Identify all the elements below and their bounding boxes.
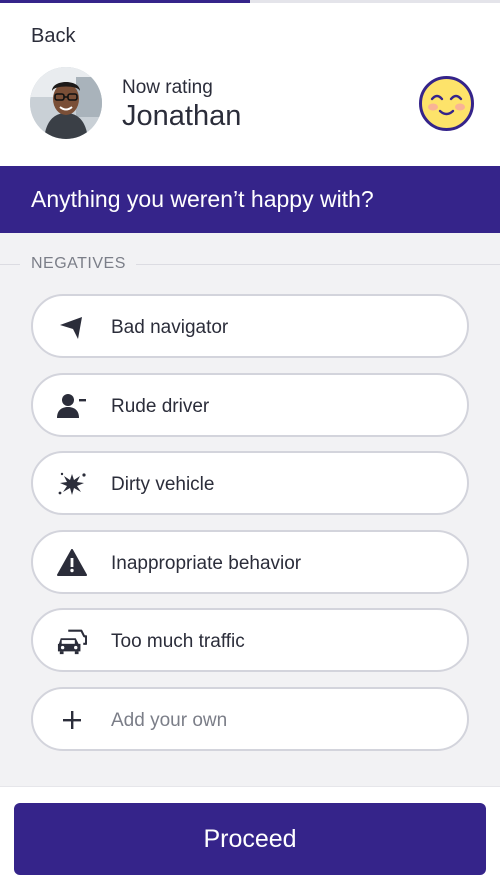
divider [0, 264, 20, 265]
splat-icon [57, 469, 87, 499]
smiling-emoji-icon [418, 75, 475, 132]
option-label: Add your own [111, 709, 228, 731]
option-rude-driver[interactable]: Rude driver [31, 372, 469, 437]
plus-icon [57, 705, 87, 735]
option-label: Too much traffic [111, 631, 245, 653]
cars-icon [57, 626, 87, 656]
option-label: Inappropriate behavior [111, 552, 302, 574]
option-dirty-vehicle[interactable]: Dirty vehicle [31, 451, 469, 516]
question-text: Anything you weren’t happy with? [31, 186, 374, 212]
person-minus-icon [57, 391, 87, 421]
divider [136, 264, 500, 265]
avatar [30, 67, 102, 139]
option-label: Bad navigator [111, 317, 229, 338]
back-button[interactable]: Back [31, 25, 75, 48]
negatives-list: Bad navigator Rude driver Dirty vehicle [31, 294, 469, 766]
option-label: Rude driver [111, 395, 210, 417]
header: Back Now rating Jonathan [0, 3, 500, 166]
footer: Proceed [0, 786, 500, 889]
option-bad-navigator[interactable]: Bad navigator [31, 294, 469, 358]
option-add-your-own[interactable]: Add your own [31, 686, 469, 751]
section-label: NEGATIVES [31, 255, 126, 272]
warning-icon [57, 548, 87, 578]
now-rating-caption: Now rating [122, 77, 213, 98]
section-header: NEGATIVES [0, 253, 500, 275]
driver-name: Jonathan [122, 100, 242, 132]
navigation-arrow-icon [57, 312, 87, 342]
option-inappropriate-behavior[interactable]: Inappropriate behavior [31, 529, 469, 594]
option-too-much-traffic[interactable]: Too much traffic [31, 608, 469, 673]
option-label: Dirty vehicle [111, 474, 215, 496]
question-banner: Anything you weren’t happy with? [0, 166, 500, 233]
proceed-button[interactable]: Proceed [14, 803, 486, 875]
